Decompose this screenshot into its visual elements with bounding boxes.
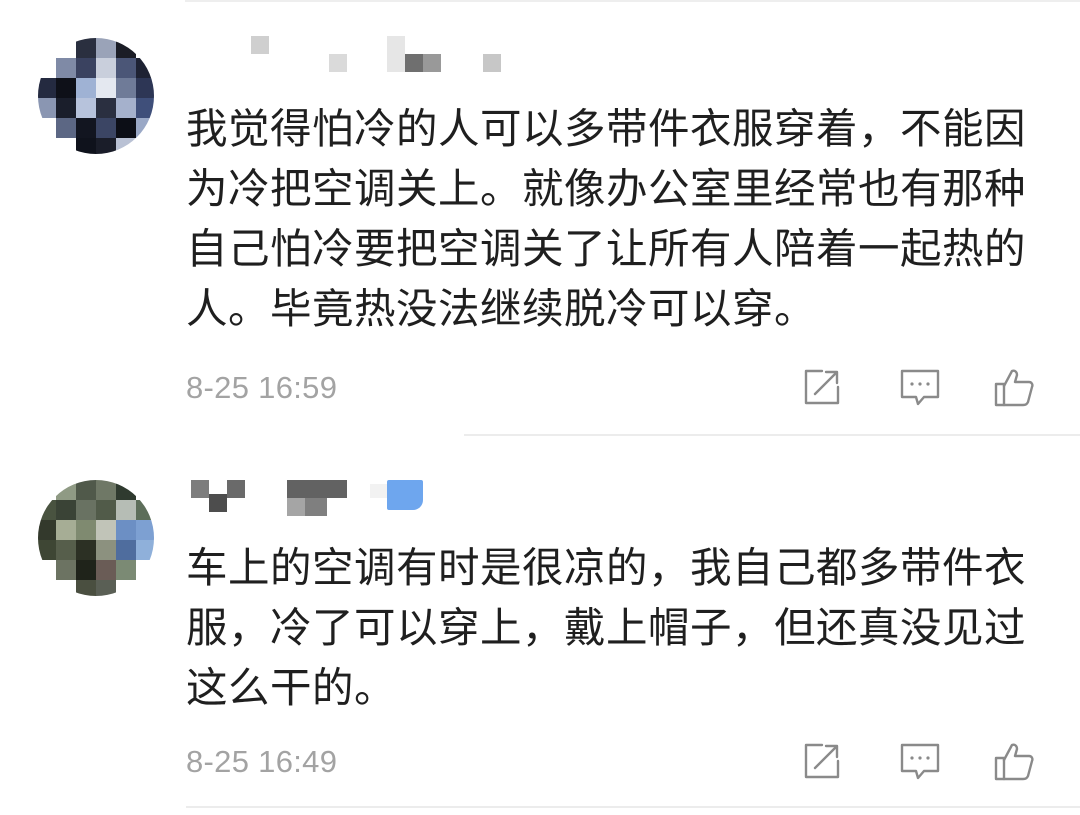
user-badge — [387, 480, 423, 510]
comment-text: 车上的空调有时是很凉的，我自己都多带件衣服，冷了可以穿上，戴上帽子，但还真没见过… — [186, 543, 1027, 712]
thumbs-up-icon — [992, 739, 1036, 783]
comment-button[interactable] — [898, 739, 942, 783]
repost-icon — [800, 365, 844, 409]
repost-icon — [800, 739, 844, 783]
repost-button[interactable] — [800, 365, 844, 409]
timestamp: 8-25 16:59 — [186, 370, 338, 405]
comment-text: 我觉得怕冷的人可以多带件衣服穿着，不能因为冷把空调关上。就像办公室里经常也有那种… — [186, 104, 1027, 333]
comment-meta: 8-25 16:49 — [186, 736, 1080, 786]
comment-icon — [898, 365, 942, 409]
thumbs-up-icon — [992, 365, 1036, 409]
avatar[interactable] — [38, 480, 154, 596]
divider — [186, 806, 1080, 808]
comment-button[interactable] — [898, 365, 942, 409]
comment-meta: 8-25 16:59 — [186, 362, 1080, 412]
repost-button[interactable] — [800, 739, 844, 783]
username[interactable] — [185, 32, 545, 76]
comment-item: 我觉得怕冷的人可以多带件衣服穿着，不能因为冷把空调关上。就像办公室里经常也有那种… — [0, 0, 1080, 436]
avatar[interactable] — [38, 38, 154, 154]
like-button[interactable] — [992, 739, 1036, 783]
comment-icon — [898, 739, 942, 783]
like-button[interactable] — [992, 365, 1036, 409]
username[interactable] — [185, 480, 545, 524]
timestamp: 8-25 16:49 — [186, 744, 338, 779]
comment-item: 车上的空调有时是很凉的，我自己都多带件衣服，冷了可以穿上，戴上帽子，但还真没见过… — [0, 436, 1080, 815]
